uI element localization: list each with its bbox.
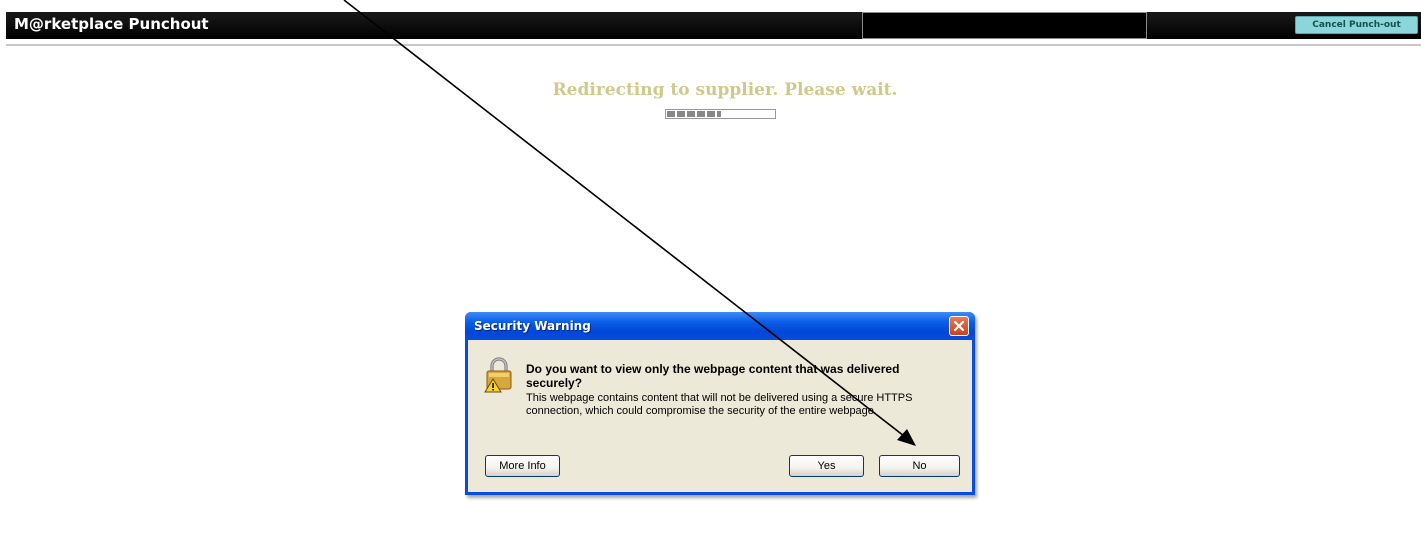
yes-button[interactable]: Yes <box>789 455 864 477</box>
marketplace-header: M@rketplace Punchout Cancel Punch-out <box>6 12 1421 39</box>
cancel-punchout-button[interactable]: Cancel Punch-out <box>1295 16 1418 34</box>
header-divider <box>6 44 1421 46</box>
padlock-warning-icon <box>484 355 514 393</box>
page: M@rketplace Punchout Cancel Punch-out Re… <box>0 0 1421 558</box>
progress-fill <box>667 111 721 117</box>
no-button[interactable]: No <box>879 455 960 477</box>
redirect-progress-bar <box>665 109 776 119</box>
dialog-body: Do you want to view only the webpage con… <box>468 340 972 492</box>
dialog-title: Security Warning <box>474 319 591 333</box>
dialog-titlebar[interactable]: Security Warning <box>465 312 975 340</box>
more-info-button[interactable]: More Info <box>485 455 560 477</box>
security-warning-dialog: Security Warning Do you want to view onl… <box>465 312 975 495</box>
dialog-question: Do you want to view only the webpage con… <box>526 362 900 390</box>
dialog-message: This webpage contains content that will … <box>526 392 913 417</box>
app-title: M@rketplace Punchout <box>14 15 209 33</box>
close-icon[interactable] <box>949 316 969 336</box>
redirect-message: Redirecting to supplier. Please wait. <box>552 80 898 100</box>
header-search-box[interactable] <box>862 12 1147 39</box>
